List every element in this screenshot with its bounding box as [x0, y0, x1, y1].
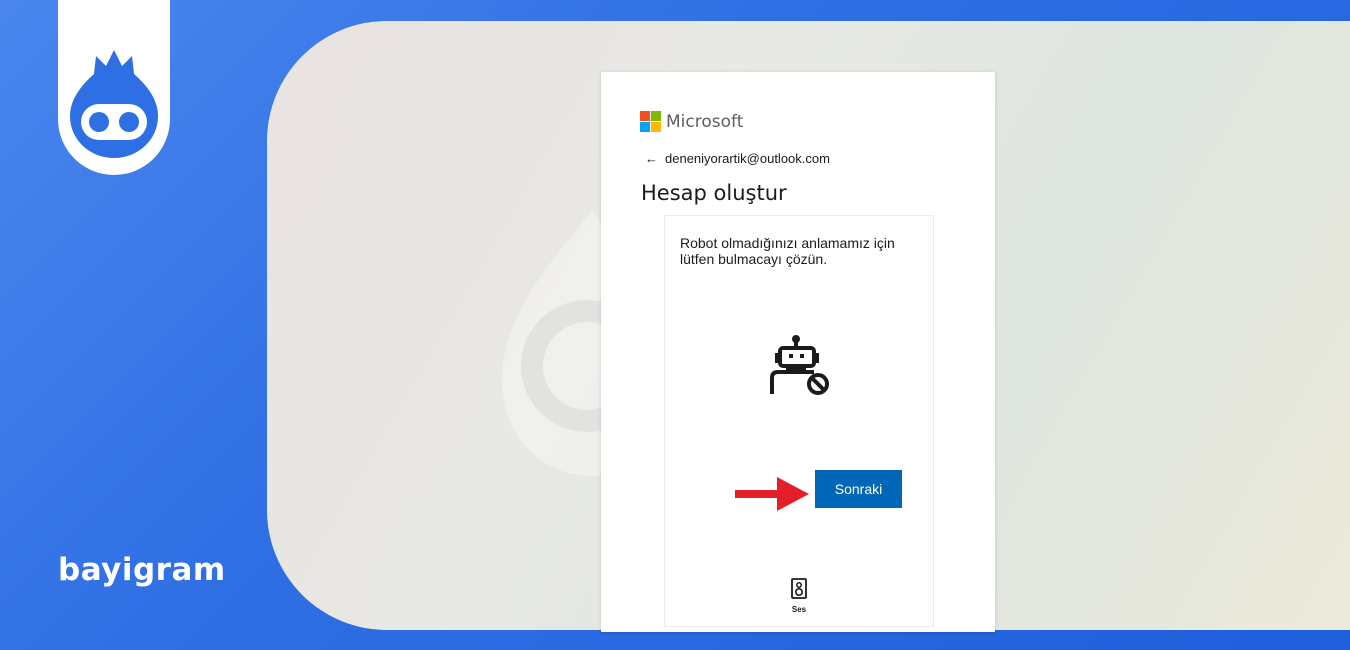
bayigram-logo-badge: [58, 0, 170, 175]
challenge-instruction: Robot olmadığınızı anlamamız için lütfen…: [680, 235, 895, 267]
page-title: Hesap oluştur: [641, 181, 787, 205]
captcha-challenge-frame: Robot olmadığınızı anlamamız için lütfen…: [664, 215, 934, 627]
next-button[interactable]: Sonraki: [815, 470, 902, 508]
audio-challenge-button[interactable]: Ses: [784, 578, 814, 614]
account-email: deneniyorartik@outlook.com: [665, 151, 830, 166]
arrow-left-icon[interactable]: ←: [645, 151, 658, 166]
robot-blocked-icon: [770, 335, 829, 395]
microsoft-wordmark: Microsoft: [666, 111, 744, 132]
signup-card: Microsoft ← deneniyorartik@outlook.com H…: [601, 72, 995, 632]
audio-label: Ses: [791, 605, 807, 614]
account-back-row[interactable]: ← deneniyorartik@outlook.com: [645, 151, 830, 166]
microsoft-logo: Microsoft: [640, 111, 743, 132]
speaker-icon[interactable]: [791, 578, 807, 599]
bayigram-flame-icon: [70, 50, 158, 158]
brand-wordmark: bayigram: [58, 552, 226, 588]
annotation-arrow-icon: [735, 477, 809, 511]
microsoft-squares-icon: [640, 111, 661, 132]
